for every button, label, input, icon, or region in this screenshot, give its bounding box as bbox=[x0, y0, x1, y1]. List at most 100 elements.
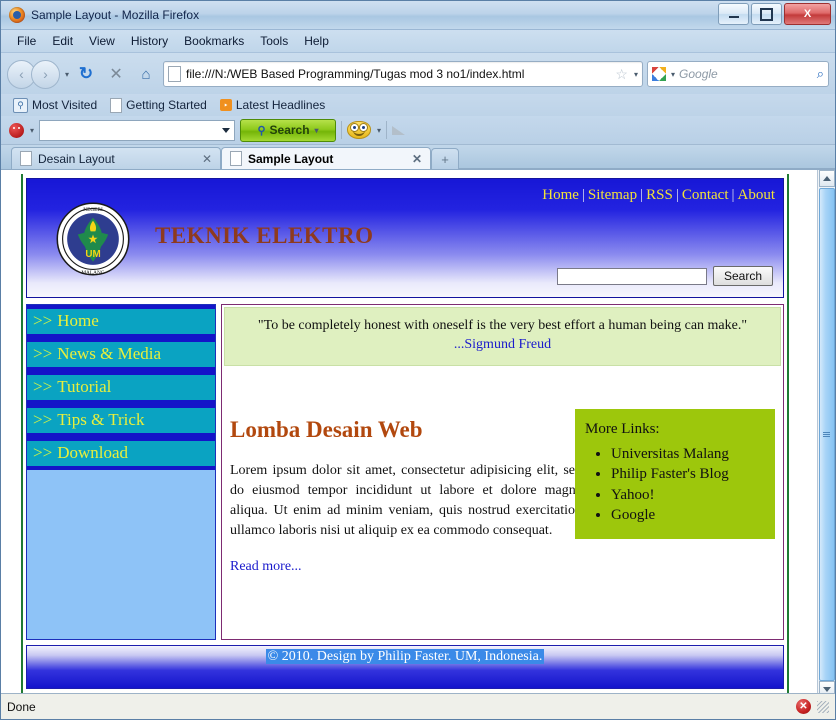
resize-grip[interactable] bbox=[817, 700, 829, 713]
error-icon[interactable]: ✕ bbox=[796, 699, 811, 714]
header-search-button[interactable]: Search bbox=[712, 266, 773, 286]
menu-item-history[interactable]: History bbox=[123, 32, 176, 50]
bookmark-getting-started[interactable]: Getting Started bbox=[106, 97, 211, 114]
search-input[interactable]: Google bbox=[679, 67, 813, 81]
menu-item-tools[interactable]: Tools bbox=[252, 32, 296, 50]
new-tab-button[interactable]: + bbox=[431, 148, 459, 169]
topnav-link-sitemap[interactable]: Sitemap bbox=[588, 187, 637, 203]
addon-avatar-dropdown-icon[interactable]: ▾ bbox=[30, 126, 34, 135]
magnifier-icon: ⚲ bbox=[257, 124, 266, 137]
chevron-down-icon bbox=[822, 687, 831, 692]
sidebar-item-home[interactable]: >> Home bbox=[27, 305, 215, 338]
chevron-down-icon[interactable]: ▾ bbox=[315, 126, 319, 135]
search-icon[interactable]: ⌕ bbox=[817, 66, 824, 82]
tab-bar-filler bbox=[459, 146, 835, 169]
header-search-input[interactable] bbox=[556, 267, 707, 285]
chevron-icon: >> bbox=[33, 443, 53, 462]
topnav-link-contact[interactable]: Contact bbox=[682, 187, 729, 203]
minimize-button[interactable] bbox=[718, 3, 749, 25]
page-footer: © 2010. Design by Philip Faster. UM, Ind… bbox=[26, 645, 784, 689]
web-page: Home | Sitemap | RSS | Contact | About UM NEGERI bbox=[1, 170, 817, 698]
urlbar-dropdown-icon[interactable]: ▾ bbox=[634, 70, 638, 79]
addon-search-button[interactable]: ⚲ Search ▾ bbox=[240, 118, 337, 142]
search-engine-dropdown-icon[interactable]: ▾ bbox=[671, 70, 675, 79]
svg-text:UM: UM bbox=[85, 249, 100, 260]
sidebar-item-download[interactable]: >> Download bbox=[27, 437, 215, 470]
bookmark-most-visited[interactable]: ⚲ Most Visited bbox=[9, 97, 101, 114]
quote-author: ...Sigmund Freud bbox=[453, 337, 552, 352]
tab-desain-layout[interactable]: Desain Layout ✕ bbox=[11, 147, 221, 169]
window-controls: X bbox=[718, 3, 831, 25]
sidebar-item-tips-trick[interactable]: >> Tips & Trick bbox=[27, 404, 215, 437]
sidebar-item-label: Download bbox=[57, 443, 129, 462]
vertical-scrollbar[interactable] bbox=[817, 170, 835, 698]
scrollbar-thumb[interactable] bbox=[818, 188, 835, 681]
menu-bar: File Edit View History Bookmarks Tools H… bbox=[1, 30, 835, 53]
sidebar-item-label: News & Media bbox=[57, 344, 162, 363]
smiley-mouth bbox=[353, 130, 366, 136]
list-item[interactable]: Google bbox=[611, 505, 765, 525]
scroll-up-button[interactable] bbox=[818, 170, 835, 187]
scrollbar-track[interactable] bbox=[818, 187, 835, 681]
addon-search-label: Search bbox=[269, 123, 310, 137]
url-bar[interactable]: file:///N:/WEB Based Programming/Tugas m… bbox=[163, 61, 643, 87]
topnav-separator: | bbox=[581, 187, 585, 203]
menu-item-help[interactable]: Help bbox=[296, 32, 337, 50]
more-links-box: More Links: Universitas Malang Philip Fa… bbox=[575, 409, 775, 539]
topnav-link-rss[interactable]: RSS bbox=[646, 187, 673, 203]
gray-tool-icon[interactable] bbox=[392, 125, 406, 135]
maximize-button[interactable] bbox=[751, 3, 782, 25]
close-icon[interactable]: ✕ bbox=[202, 152, 212, 166]
home-icon[interactable]: ⌂ bbox=[133, 61, 159, 87]
topnav-link-about[interactable]: About bbox=[738, 187, 776, 203]
navigation-toolbar: ‹ › ▾ ↻ ✕ ⌂ file:///N:/WEB Based Program… bbox=[1, 53, 835, 94]
reload-icon[interactable]: ↻ bbox=[73, 61, 99, 87]
list-item[interactable]: Yahoo! bbox=[611, 485, 765, 505]
topnav-link-home[interactable]: Home bbox=[542, 187, 579, 203]
list-item[interactable]: Philip Faster's Blog bbox=[611, 464, 765, 484]
scrollbar-grip bbox=[823, 432, 830, 437]
url-text: file:///N:/WEB Based Programming/Tugas m… bbox=[186, 67, 525, 81]
maximize-icon bbox=[760, 7, 773, 21]
toolbar-divider bbox=[386, 121, 388, 139]
bookmark-star-icon[interactable]: ☆ bbox=[615, 66, 628, 83]
footer-text: © 2010. Design by Philip Faster. UM, Ind… bbox=[265, 649, 545, 664]
stop-icon[interactable]: ✕ bbox=[103, 61, 129, 87]
read-more-link[interactable]: Read more... bbox=[230, 559, 582, 575]
search-bar[interactable]: ▾ Google ⌕ bbox=[647, 61, 829, 87]
article-heading: Lomba Desain Web bbox=[230, 417, 423, 442]
article: Lomba Desain Web Lorem ipsum dolor sit a… bbox=[230, 417, 582, 575]
smiley-dropdown-icon[interactable]: ▾ bbox=[377, 126, 381, 135]
forward-button[interactable]: › bbox=[31, 59, 60, 89]
svg-text:NEGERI: NEGERI bbox=[83, 207, 103, 213]
addon-search-input[interactable] bbox=[39, 119, 236, 141]
university-logo-icon: UM NEGERI MALANG bbox=[56, 202, 130, 276]
red-smiley-icon[interactable] bbox=[9, 122, 24, 138]
close-icon[interactable]: ✕ bbox=[412, 152, 422, 166]
history-dropdown-icon[interactable]: ▾ bbox=[65, 70, 69, 79]
yellow-smiley-icon[interactable] bbox=[347, 121, 372, 139]
close-button[interactable]: X bbox=[784, 3, 831, 25]
sidebar-item-news-media[interactable]: >> News & Media bbox=[27, 338, 215, 371]
chevron-down-icon[interactable] bbox=[222, 127, 231, 133]
top-navigation: Home | Sitemap | RSS | Contact | About bbox=[542, 187, 775, 204]
bookmarks-toolbar: ⚲ Most Visited Getting Started ‣ Latest … bbox=[1, 94, 835, 116]
list-item[interactable]: Universitas Malang bbox=[611, 444, 765, 464]
menu-item-file[interactable]: File bbox=[9, 32, 44, 50]
chevron-icon: >> bbox=[33, 311, 53, 330]
sidebar-item-tutorial[interactable]: >> Tutorial bbox=[27, 371, 215, 404]
minimize-icon bbox=[728, 16, 739, 18]
search-bookmark-icon: ⚲ bbox=[13, 97, 28, 113]
bookmark-label: Latest Headlines bbox=[235, 98, 326, 112]
menu-item-bookmarks[interactable]: Bookmarks bbox=[176, 32, 252, 50]
more-links-list: Universitas Malang Philip Faster's Blog … bbox=[585, 444, 765, 525]
addon-toolbar: ▾ ⚲ Search ▾ ▾ bbox=[1, 116, 835, 145]
menu-item-edit[interactable]: Edit bbox=[44, 32, 81, 50]
chevron-icon: >> bbox=[33, 377, 53, 396]
toolbar-divider bbox=[341, 121, 343, 139]
main-content: "To be completely honest with oneself is… bbox=[221, 304, 784, 640]
bookmark-latest-headlines[interactable]: ‣ Latest Headlines bbox=[216, 97, 329, 113]
firefox-window: Sample Layout - Mozilla Firefox X File E… bbox=[0, 0, 836, 720]
tab-sample-layout[interactable]: Sample Layout ✕ bbox=[221, 147, 431, 169]
menu-item-view[interactable]: View bbox=[81, 32, 123, 50]
